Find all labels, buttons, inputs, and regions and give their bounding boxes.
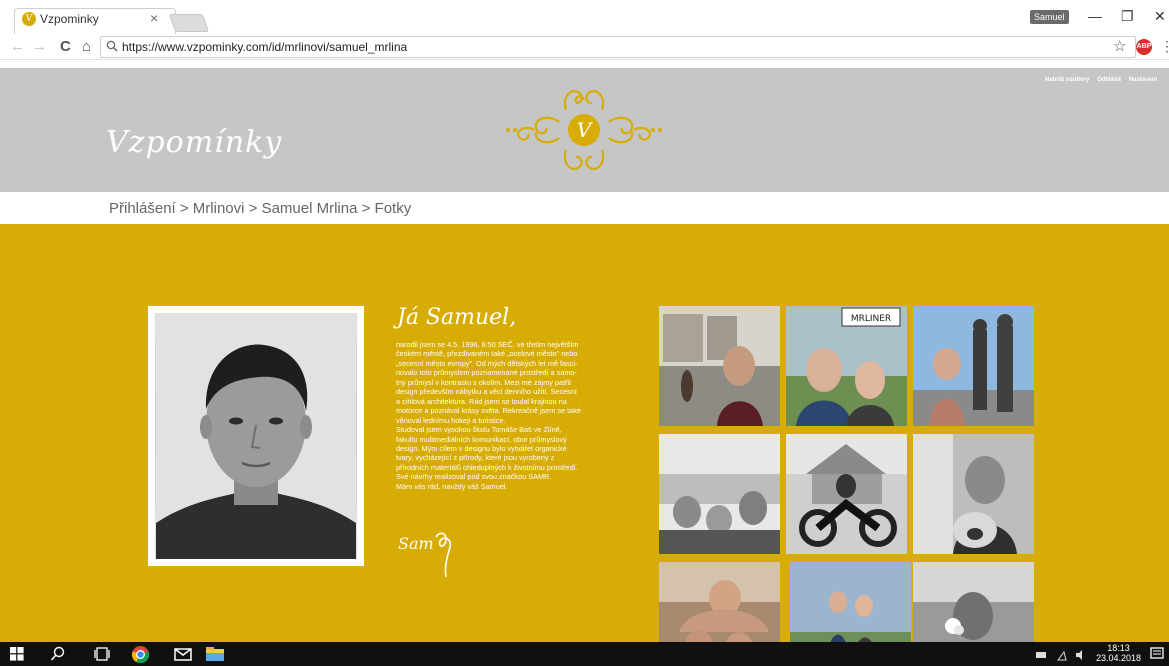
forward-icon[interactable]: →: [32, 38, 47, 56]
file-explorer-icon[interactable]: [206, 647, 224, 661]
profile-chip[interactable]: Samuel: [1030, 10, 1069, 24]
close-window-icon[interactable]: ✕: [1154, 8, 1166, 25]
bio-line: věnoval lednímu hokeji a turistice.: [396, 415, 506, 425]
new-tab-button[interactable]: [168, 14, 210, 32]
bio-line: „secesní město evropy". Od mých dětských…: [396, 358, 578, 368]
search-icon: [106, 40, 118, 52]
browser-menu-icon[interactable]: ⋮: [1160, 38, 1169, 55]
action-center-icon[interactable]: [1150, 647, 1164, 661]
taskbar-clock[interactable]: 18:13 23.04.2018: [1096, 643, 1141, 663]
site-brand[interactable]: Vzpomínky: [106, 125, 282, 160]
bio-line: Studoval jsem vysokou školu Tomáše Bati …: [396, 425, 562, 435]
bio-line: přírodních materiálů ohleduplných k živo…: [396, 462, 578, 472]
portrait-image: [156, 313, 356, 559]
mail-icon[interactable]: [174, 648, 192, 661]
system-tray-icons[interactable]: [1036, 649, 1088, 661]
maximize-icon[interactable]: ❐: [1121, 8, 1134, 25]
bio-line: Mám vás rád, navždy váš Samuel.: [396, 481, 508, 491]
task-view-icon[interactable]: [94, 647, 110, 661]
logout-link[interactable]: Odhlásit: [1097, 77, 1121, 83]
chrome-icon[interactable]: [132, 646, 149, 663]
bio-line: tný průmysl v kontrastu s okolím. Mezi m…: [396, 377, 571, 387]
profile-portrait: [148, 306, 364, 566]
logo-letter: V: [577, 118, 594, 142]
bookmark-star-icon[interactable]: ☆: [1113, 37, 1126, 55]
url-text[interactable]: https://www.vzpominky.com/id/mrlinovi/sa…: [122, 40, 407, 54]
windows-start-icon[interactable]: [10, 647, 24, 661]
signature: Sam: [398, 532, 452, 578]
clock-time: 18:13: [1107, 643, 1130, 653]
bio-line: design. Mým cílem v designu bylo vytváře…: [396, 443, 567, 453]
site-logo[interactable]: V: [504, 80, 664, 180]
reload-icon[interactable]: C: [60, 38, 71, 56]
photo-gallery: MRLINER: [659, 306, 1035, 666]
tab-title: Vzpominky: [40, 12, 99, 26]
bio-line: Své návrhy realizoval pod svou značkou S…: [396, 472, 552, 482]
bio-text: narodil jsem se 4.5. 1996, 6:50 SEČ, ve …: [396, 340, 628, 491]
tab-close-icon[interactable]: ×: [150, 10, 158, 26]
header-links: Nahrát soubory Odhlásit Nastavení: [1045, 77, 1163, 83]
tab-favicon-icon: V: [22, 12, 36, 26]
bio-line: narodil jsem se 4.5. 1996, 6:50 SEČ, ve …: [396, 340, 579, 349]
bio-line: tvary, vycházející z přírody, které jsou…: [396, 453, 555, 463]
gallery-photo[interactable]: [786, 434, 907, 554]
bio-line: českém městě, přezdívaném také „ocelové …: [396, 349, 578, 359]
settings-link[interactable]: Nastavení: [1129, 77, 1157, 83]
bio-line: motorce a poznával krásy světa. Rekreačn…: [396, 406, 581, 416]
bio-line: design především nábytku a věcí denního …: [396, 387, 577, 397]
home-icon[interactable]: ⌂: [82, 38, 91, 56]
clock-date: 23.04.2018: [1096, 653, 1142, 663]
intro-heading: Já Samuel,: [397, 305, 517, 330]
minimize-icon[interactable]: —: [1088, 8, 1102, 24]
bio-line: fakultu multimediálních komunikací, obor…: [396, 434, 567, 444]
gallery-photo[interactable]: [913, 434, 1034, 554]
bio-line: a cihlová architektura. Rád jsem se toul…: [396, 396, 567, 406]
gallery-photo[interactable]: [659, 434, 780, 554]
search-taskbar-icon[interactable]: [50, 646, 66, 662]
gallery-photo[interactable]: [659, 306, 780, 426]
bio-line: novalo toto průmyslem poznamenané prostř…: [396, 368, 577, 378]
back-icon[interactable]: ←: [10, 38, 25, 56]
upload-files-link[interactable]: Nahrát soubory: [1045, 77, 1089, 83]
signature-text: Sam: [398, 534, 434, 553]
adblock-extension-icon[interactable]: ABP: [1136, 39, 1152, 55]
gallery-photo[interactable]: MRLINER: [786, 306, 907, 426]
gallery-photo[interactable]: [913, 306, 1034, 426]
sign-text: MRLINER: [851, 314, 891, 324]
breadcrumb[interactable]: Přihlášení > Mrlinovi > Samuel Mrlina > …: [109, 200, 411, 217]
